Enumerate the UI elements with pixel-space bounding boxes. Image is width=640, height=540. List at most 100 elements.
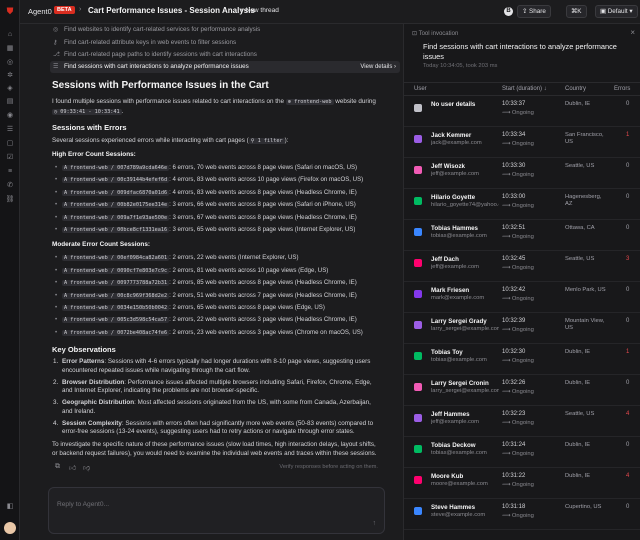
tool-query-item[interactable]: ⎇ Find cart-related page paths to identi… [50,49,400,61]
bug-icon[interactable]: ✲ [4,71,16,81]
home-icon[interactable]: ⌂ [4,30,16,40]
site-chip[interactable]: ⊕ frontend-web [285,99,334,105]
table-row[interactable]: Moore Kub moore@example.com 10:31:22 ⟿ Ongo… [404,468,640,499]
session-chip[interactable]: A frontend-web / 0097773788a72b31 [62,280,170,287]
status-avatar[interactable]: B [504,7,513,16]
chevron-down-icon: ▾ [627,8,633,15]
globe-icon[interactable]: ◎ [4,58,16,68]
ongoing-icon: ⟿ [502,172,512,178]
copy-icon[interactable]: ⧉ [55,463,60,471]
table-row[interactable]: Tobias Toy tobias@example.com 10:32:30 ⟿ On… [404,344,640,375]
reply-input[interactable]: Reply to Agent0... [57,501,109,508]
list-item: 3. Geographic Distribution: Most affected… [53,399,371,415]
table-row[interactable]: Tobias Hammes tobias@example.com 10:32:51 ⟿… [404,220,640,251]
command-shortcut-button[interactable]: ⌘K [566,5,587,18]
ongoing-icon: ⟿ [502,265,512,271]
table-row[interactable]: Jeff Wisozk jeff@example.com 10:33:30 ⟿ Ong… [404,158,640,189]
filter-chip[interactable]: ⚲ 1 filter [248,138,285,144]
column-errors[interactable]: Errors [614,86,630,92]
article-title: Sessions with Performance Issues in the … [52,80,269,91]
table-row[interactable]: Tobias Deckow tobias@example.com 10:31:24 ⟿… [404,437,640,468]
ongoing-status: ⟿ Ongoing [502,265,534,271]
session-chip[interactable]: A frontend-web / 00b82e0175ee314e [62,202,170,209]
user-email: moore@example.com [431,481,488,487]
country: Dublin, IE [565,380,591,386]
user-avatar[interactable] [4,522,16,534]
country: Seattle, US [565,411,595,417]
session-chip[interactable]: A frontend-web / 009dfac6870a01d6 [62,189,170,196]
default-dropdown[interactable]: ▣ Default ▾ [595,5,638,18]
session-chip[interactable]: A frontend-web / 007d789a9cda646e [62,165,170,171]
table-row[interactable]: No user details 10:33:37 ⟿ Ongoing Dublin, … [404,96,640,127]
column-user[interactable]: User [414,86,427,92]
user-email: hilario_goyette74@yahoo.com [431,202,499,208]
session-chip[interactable]: A frontend-web / 0090cf7e803e7c9c [62,267,170,274]
session-chip[interactable]: A frontend-web / 0034e150b50b0042 [62,305,170,312]
column-country[interactable]: Country [565,86,586,92]
logo-icon[interactable]: ⛊ [4,6,16,16]
cube-icon[interactable]: ◈ [4,84,16,94]
check-icon[interactable]: ☑ [4,153,16,163]
error-count: 0 [626,287,630,293]
country: Ottawa, CA [565,225,595,231]
file-icon[interactable]: ▢ [4,139,16,149]
session-chip[interactable]: A frontend-web / 009a7f1e93ae500e [62,214,170,221]
time-range-chip[interactable]: ◷ 09:33:41 - 10:33:41 [52,109,122,115]
page-title: Cart Performance Issues - Session Analys… [88,6,255,15]
table-row[interactable]: Jeff Dach jeff@example.com 10:32:45 ⟿ Ongoi… [404,251,640,282]
start-time: 10:32:26 [502,380,526,386]
close-icon[interactable]: × [630,28,635,37]
session-chip[interactable]: A frontend-web / 00ef0984ca82a601 [62,255,170,262]
column-start[interactable]: Start (duration) ↓ [502,86,547,92]
phone-icon[interactable]: ✆ [4,181,16,191]
ongoing-status: ⟿ Ongoing [502,358,534,364]
error-count: 0 [626,380,630,386]
world-icon[interactable]: ◉ [4,111,16,121]
share-button[interactable]: ⇪ Share [517,5,551,18]
table-row[interactable]: Mark Friesen mark@example.com 10:32:42 ⟿ On… [404,282,640,313]
ongoing-icon: ⟿ [502,296,512,302]
session-chip[interactable]: A frontend-web / 0072be408ac74fe6 [62,329,170,336]
new-thread-button[interactable]: + New thread [240,7,279,14]
send-icon[interactable]: ↑ [373,520,377,527]
table-row[interactable]: Jack Kemmer jack@example.com 10:33:34 ⟿ Ong… [404,127,640,158]
start-time: 10:32:45 [502,256,526,262]
session-chip[interactable]: A frontend-web / 00bce8cf1331ea16 [62,227,170,234]
ongoing-icon: ⟿ [502,234,512,240]
ongoing-status: ⟿ Ongoing [502,513,534,519]
table-row[interactable]: Larry Sergei Cronin larry_sergei@example.… [404,375,640,406]
tool-query-item[interactable]: ⚷ Find cart-related attribute keys in we… [50,37,400,49]
brand-name[interactable]: Agent0 [28,7,52,16]
country: Dublin, IE [565,473,591,479]
ongoing-icon: ⟿ [502,482,512,488]
sliders-icon[interactable]: ≡ [4,167,16,177]
error-count: 0 [626,442,630,448]
link-icon[interactable]: ⛓ [4,195,16,205]
list-item: 4. Session Complexity: Sessions with erro… [53,419,374,436]
tool-query-label: Find cart-related attribute keys in web … [64,39,237,46]
error-count: 0 [626,504,630,510]
view-details-link[interactable]: View details › [360,61,396,73]
grid-icon[interactable]: ▦ [4,44,16,54]
table-row[interactable]: Hilario Goyettehilario_goyette74@yahoo.c… [404,189,640,220]
tool-query-label: Find sessions with cart interactions to … [64,63,249,70]
list-icon[interactable]: ☰ [4,125,16,135]
session-chip[interactable]: A frontend-web / 00c39144b4efef6d [62,177,170,184]
ongoing-status: ⟿ Ongoing [502,327,534,333]
start-time: 10:33:00 [502,194,526,200]
panel-toggle-icon[interactable]: ◧ [4,502,16,512]
thumbs-up-icon[interactable]: 👍︎ [69,463,76,472]
table-row[interactable]: Larry Sergei Grady larry_sergei@example.c… [404,313,640,344]
tool-query-item-active[interactable]: ☰ Find sessions with cart interactions t… [50,61,400,73]
session-chip[interactable]: A frontend-web / 00c8c969f368d2e2 [62,292,170,299]
thumbs-down-icon[interactable]: 👎︎ [83,463,90,472]
chart-icon[interactable]: ▤ [4,97,16,107]
error-count: 0 [626,163,630,169]
ongoing-status: ⟿ Ongoing [502,234,534,240]
start-time: 10:32:39 [502,318,526,324]
reply-composer[interactable]: Reply to Agent0... ↑ [48,487,385,534]
table-row[interactable]: Jeff Hammes jeff@example.com 10:32:23 ⟿ Ong… [404,406,640,437]
session-chip[interactable]: A frontend-web / 005c3d598c54ca57 [62,317,170,324]
table-row[interactable]: Steve Hammes steve@example.com 10:31:18 ⟿ O… [404,499,640,530]
tool-query-item[interactable]: ◎ Find websites to identify cart-related… [50,24,400,36]
